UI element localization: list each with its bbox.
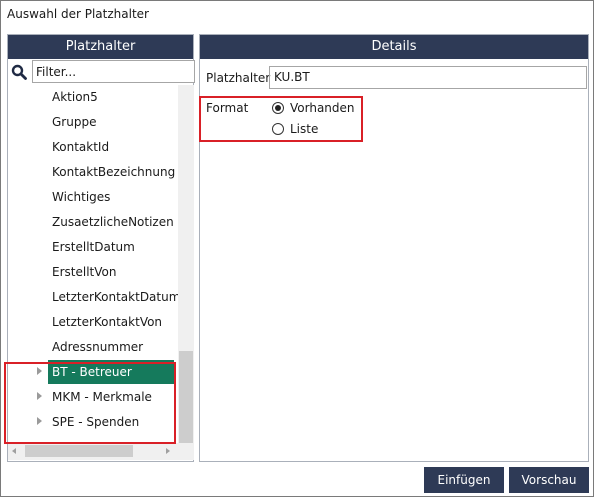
tree-item[interactable]: ZusaetzlicheNotizen [8,210,178,234]
tree-item[interactable]: KontaktBezeichnung [8,160,178,184]
tree-item[interactable]: Aktion5 [8,85,178,109]
tree-item-label: LetzterKontaktVon [52,315,163,329]
insert-button[interactable]: Einfügen [424,467,504,493]
placeholder-panel-header: Platzhalter [8,35,193,59]
vertical-scrollbar-thumb[interactable] [179,351,193,443]
tree-item-label: ErstelltVon [52,265,117,279]
placeholder-label: Platzhalter [206,71,271,85]
tree-item-label: LetzterKontaktDatum [52,290,178,304]
search-icon[interactable] [8,60,30,83]
preview-button[interactable]: Vorschau [509,467,589,493]
tree-item-label: Gruppe [52,115,97,129]
highlight-box [199,96,363,142]
placeholder-dialog: Auswahl der Platzhalter Platzhalter Akti… [0,0,594,497]
tree-item[interactable]: Adressnummer [8,335,178,359]
tree-item[interactable]: LetzterKontaktDatum [8,285,178,309]
horizontal-scrollbar-thumb[interactable] [25,445,133,457]
details-panel-header: Details [200,35,588,59]
tree-item-label: KontaktBezeichnung [52,165,176,179]
scroll-right-icon[interactable] [166,448,170,454]
tree-item[interactable]: Gruppe [8,110,178,134]
filter-input[interactable] [32,60,195,83]
placeholder-value-field[interactable]: KU.BT [269,66,587,89]
filter-row [8,59,195,84]
tree-item-label: ErstelltDatum [52,240,135,254]
tree-item[interactable]: ErstelltDatum [8,235,178,259]
window-title: Auswahl der Platzhalter [7,7,149,21]
tree-item-label: Adressnummer [52,340,144,354]
tree-item[interactable]: KontaktId [8,135,178,159]
tree-item-label: Aktion5 [52,90,98,104]
horizontal-scrollbar[interactable] [8,443,194,460]
tree-item-label: ZusaetzlicheNotizen [52,215,174,229]
scroll-left-icon[interactable] [12,448,16,454]
tree-item-label: Wichtiges [52,190,111,204]
highlight-box [4,362,176,444]
tree-item[interactable]: ErstelltVon [8,260,178,284]
tree-item[interactable]: Wichtiges [8,185,178,209]
tree-item[interactable]: LetzterKontaktVon [8,310,178,334]
vertical-scrollbar[interactable] [178,85,194,443]
tree-item-label: KontaktId [52,140,110,154]
